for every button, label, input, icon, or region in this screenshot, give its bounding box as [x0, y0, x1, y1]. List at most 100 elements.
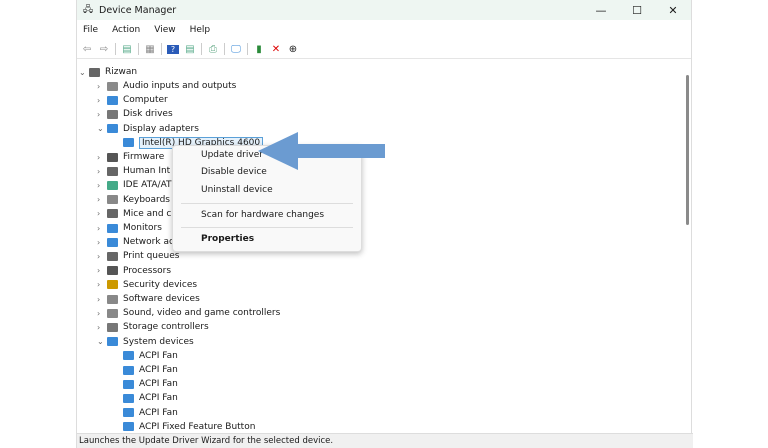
device-icon — [107, 166, 118, 176]
tree-item-label: Storage controllers — [123, 322, 209, 333]
show-hide-icon[interactable]: ▦ — [144, 44, 156, 55]
forward-icon[interactable]: ⇨ — [98, 44, 110, 55]
tree-item[interactable]: › Print queues — [97, 249, 179, 263]
scrollbar[interactable] — [686, 75, 689, 225]
chevron-down-icon[interactable]: ⌄ — [79, 68, 89, 77]
chevron-right-icon[interactable]: › — [97, 224, 107, 233]
tree-item[interactable]: › Mice and c — [97, 207, 171, 221]
menu-file[interactable]: File — [83, 25, 98, 35]
tree-item[interactable]: ACPI Fixed Feature Button — [113, 420, 255, 434]
tree-item[interactable]: › Firmware — [97, 150, 164, 164]
chevron-right-icon[interactable]: › — [97, 82, 107, 91]
menu-item-update-driver[interactable]: Update driver — [201, 150, 263, 160]
tree-item[interactable]: › Monitors — [97, 221, 162, 235]
tree-item-label: Mice and c — [123, 208, 172, 219]
tree-item[interactable]: › Audio inputs and outputs — [97, 79, 236, 93]
tree-item-label: ACPI Fan — [139, 365, 178, 375]
chevron-right-icon[interactable]: › — [97, 181, 107, 190]
device-icon — [107, 209, 118, 219]
tree-item-label: ACPI Fan — [139, 350, 178, 361]
device-icon — [107, 124, 118, 134]
tree-item[interactable]: ACPI Fan — [113, 349, 178, 363]
properties-pane-icon[interactable]: ▤ — [121, 44, 133, 55]
tree-item-label: Display adapters — [123, 123, 199, 134]
device-icon — [107, 280, 118, 290]
chevron-right-icon[interactable]: › — [97, 309, 107, 318]
tree-item[interactable]: › Disk drives — [97, 107, 173, 121]
chevron-right-icon[interactable]: › — [97, 110, 107, 119]
tree-item[interactable]: › Computer — [97, 93, 168, 107]
device-icon — [107, 237, 118, 247]
device-manager-icon: 🖧 — [83, 5, 94, 15]
menu-item-scan-hardware[interactable]: Scan for hardware changes — [201, 210, 324, 220]
tree-item[interactable]: › Sound, video and game controllers — [97, 306, 280, 320]
menu-view[interactable]: View — [154, 25, 175, 35]
chevron-right-icon[interactable]: › — [97, 295, 107, 304]
tree-item[interactable]: ACPI Fan — [113, 406, 178, 420]
monitor-icon[interactable]: 🖵 — [230, 44, 242, 55]
chevron-right-icon[interactable]: › — [97, 252, 107, 261]
tree-item[interactable]: › Network ac — [97, 235, 174, 249]
tree-item[interactable]: › IDE ATA/AT — [97, 178, 172, 192]
maximize-button[interactable]: ☐ — [619, 0, 655, 20]
chevron-right-icon[interactable]: › — [97, 323, 107, 332]
tree-item[interactable]: › Processors — [97, 264, 171, 278]
tree-item-label: Human Int — [123, 166, 171, 177]
menu-item-uninstall-device[interactable]: Uninstall device — [201, 185, 273, 195]
pointer-arrow — [258, 132, 385, 170]
tree-item-label: Firmware — [123, 152, 165, 162]
device-icon — [123, 408, 134, 418]
device-icon — [123, 365, 134, 375]
back-icon[interactable]: ⇦ — [81, 44, 93, 55]
menu-help[interactable]: Help — [190, 25, 211, 35]
menu-bar: File Action View Help — [77, 20, 691, 40]
tree-item[interactable]: › Security devices — [97, 278, 197, 292]
chevron-right-icon[interactable]: › — [97, 209, 107, 218]
update-driver-icon[interactable]: ⊕ — [287, 44, 299, 55]
chevron-right-icon[interactable]: › — [97, 266, 107, 275]
device-icon — [107, 195, 118, 205]
chevron-right-icon[interactable]: › — [97, 195, 107, 204]
tree-item-label: Keyboards — [123, 194, 170, 205]
enable-device-icon[interactable]: ▮ — [253, 44, 265, 55]
tree-item-label: Monitors — [123, 223, 162, 233]
device-icon — [107, 251, 118, 261]
tree-item[interactable]: ACPI Fan — [113, 377, 178, 391]
uninstall-icon[interactable]: ✕ — [270, 44, 282, 55]
tree-item-label: ACPI Fixed Feature Button — [139, 421, 256, 432]
chevron-down-icon[interactable]: ⌄ — [97, 337, 107, 346]
action-pane-icon[interactable]: ▤ — [184, 44, 196, 55]
minimize-button[interactable]: — — [583, 0, 619, 20]
menu-item-disable-device[interactable]: Disable device — [201, 167, 267, 177]
scan-icon[interactable]: ⎙ — [207, 44, 219, 55]
device-icon — [107, 322, 118, 332]
tree-item-label: Software devices — [123, 294, 200, 304]
status-bar: Launches the Update Driver Wizard for th… — [77, 433, 693, 448]
tree-item-label: ACPI Fan — [139, 393, 178, 404]
menu-action[interactable]: Action — [112, 25, 140, 35]
device-icon — [123, 351, 134, 361]
tree-item[interactable]: ACPI Fan — [113, 391, 178, 405]
help-icon[interactable]: ? — [167, 44, 179, 54]
tree-item[interactable]: › Storage controllers — [97, 320, 209, 334]
chevron-right-icon[interactable]: › — [97, 96, 107, 105]
tree-item[interactable]: ACPI Fan — [113, 363, 178, 377]
tree-item[interactable]: ⌄ System devices — [97, 335, 194, 349]
chevron-right-icon[interactable]: › — [97, 153, 107, 162]
tree-item-label: Rizwan — [105, 67, 138, 77]
tree-item[interactable]: ⌄ Display adapters — [97, 122, 199, 136]
toolbar: ⇦ ⇨ ▤ ▦ ? ▤ ⎙ 🖵 ▮ ✕ ⊕ — [77, 40, 691, 59]
chevron-right-icon[interactable]: › — [97, 167, 107, 176]
chevron-right-icon[interactable]: › — [97, 280, 107, 289]
chevron-down-icon[interactable]: ⌄ — [97, 124, 107, 133]
tree-item[interactable]: › Software devices — [97, 292, 200, 306]
device-icon — [107, 337, 118, 347]
tree-item[interactable]: ⌄ Rizwan — [79, 65, 137, 79]
chevron-right-icon[interactable]: › — [97, 238, 107, 247]
tree-item[interactable]: › Human Int — [97, 164, 170, 178]
tree-item-label: Processors — [123, 265, 172, 276]
tree-item[interactable]: › Keyboards — [97, 193, 170, 207]
close-button[interactable]: ✕ — [655, 0, 691, 20]
menu-item-properties[interactable]: Properties — [201, 234, 254, 244]
tree-item-label: Disk drives — [123, 109, 173, 120]
